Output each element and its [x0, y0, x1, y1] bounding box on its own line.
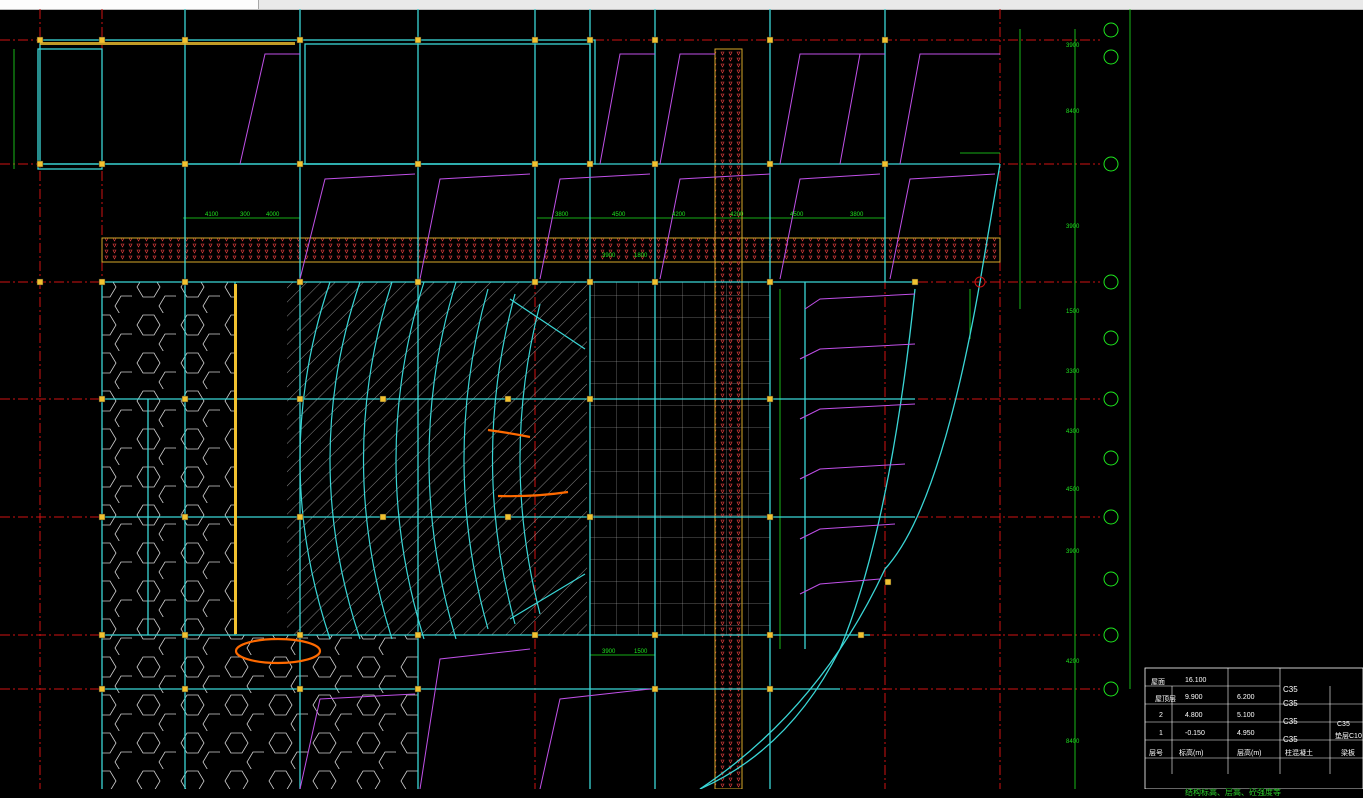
floor-grade: C35	[1283, 735, 1298, 744]
floor-no: 1	[1159, 730, 1163, 737]
floor-grade: C35	[1283, 699, 1298, 708]
floor-height: 5.100	[1237, 712, 1255, 719]
hex-zone-bottom	[102, 635, 418, 789]
beam-band-horizontal	[101, 237, 1001, 263]
dim-label: 4300	[1066, 429, 1080, 435]
hex-zone-left	[102, 282, 235, 635]
header-elev: 标高(m)	[1179, 750, 1204, 757]
dim-label: 8400	[1066, 109, 1080, 115]
roof-height: 16.100	[1185, 677, 1207, 684]
dim-label: 4500	[1066, 487, 1080, 493]
header-col: 柱混凝土	[1285, 750, 1313, 757]
dim-label: 3900	[602, 649, 616, 655]
column-strip	[234, 284, 237, 634]
side-note: 垫层C10	[1335, 733, 1362, 740]
floor-no: 2	[1159, 712, 1163, 719]
floor-plan-drawing[interactable]	[0, 9, 1363, 789]
cad-canvas[interactable]: 屋面 16.100 屋顶层 9.900 6.200 C35 2 4.800 5.…	[0, 9, 1363, 797]
header-floor: 层号	[1149, 750, 1163, 757]
dim-label: 1500	[634, 649, 648, 655]
roof-label: 屋面	[1151, 679, 1165, 686]
tiled-floor	[590, 282, 770, 635]
dim-label: 4100	[205, 212, 219, 218]
floor-elevation-table: 屋面 16.100 屋顶层 9.900 6.200 C35 2 4.800 5.…	[1145, 677, 1363, 798]
floor-grade: C35	[1283, 685, 1298, 694]
dim-label: 4000	[266, 212, 280, 218]
floor-height: 4.950	[1237, 730, 1255, 737]
dim-label: 1500	[1066, 309, 1080, 315]
dim-label: 3900	[602, 253, 616, 259]
side-grade: C35	[1337, 721, 1350, 728]
document-tab[interactable]	[0, 0, 259, 9]
top-beam-strip	[40, 42, 295, 45]
floor-elev: -0.150	[1185, 730, 1205, 737]
dim-label: 3900	[1066, 224, 1080, 230]
dim-label: 3300	[1066, 369, 1080, 375]
dim-label: 3900	[1066, 43, 1080, 49]
dim-label: 8400	[1066, 739, 1080, 745]
dim-label: 4200	[672, 212, 686, 218]
dim-label: 4500	[612, 212, 626, 218]
beam-band-vertical	[714, 48, 743, 789]
floor-grade: C35	[1283, 717, 1298, 726]
dim-label: 4200	[1066, 659, 1080, 665]
floor-elev: 4.800	[1185, 712, 1203, 719]
dim-label: 1800	[634, 253, 648, 259]
dim-label: 3900	[1066, 549, 1080, 555]
dim-label: 3800	[555, 212, 569, 218]
dim-label: 300	[240, 212, 251, 218]
header-height: 层高(m)	[1237, 750, 1262, 757]
dim-label: 4500	[790, 212, 804, 218]
floor-elev: 9.900	[1185, 694, 1203, 701]
floor-no: 屋顶层	[1155, 696, 1176, 703]
floor-height: 6.200	[1237, 694, 1255, 701]
dim-label: 3800	[850, 212, 864, 218]
axis-bubbles	[974, 22, 1119, 697]
hatched-auditorium	[287, 282, 587, 635]
header-slab: 梁板	[1341, 750, 1355, 757]
dim-label: 4200	[730, 212, 744, 218]
